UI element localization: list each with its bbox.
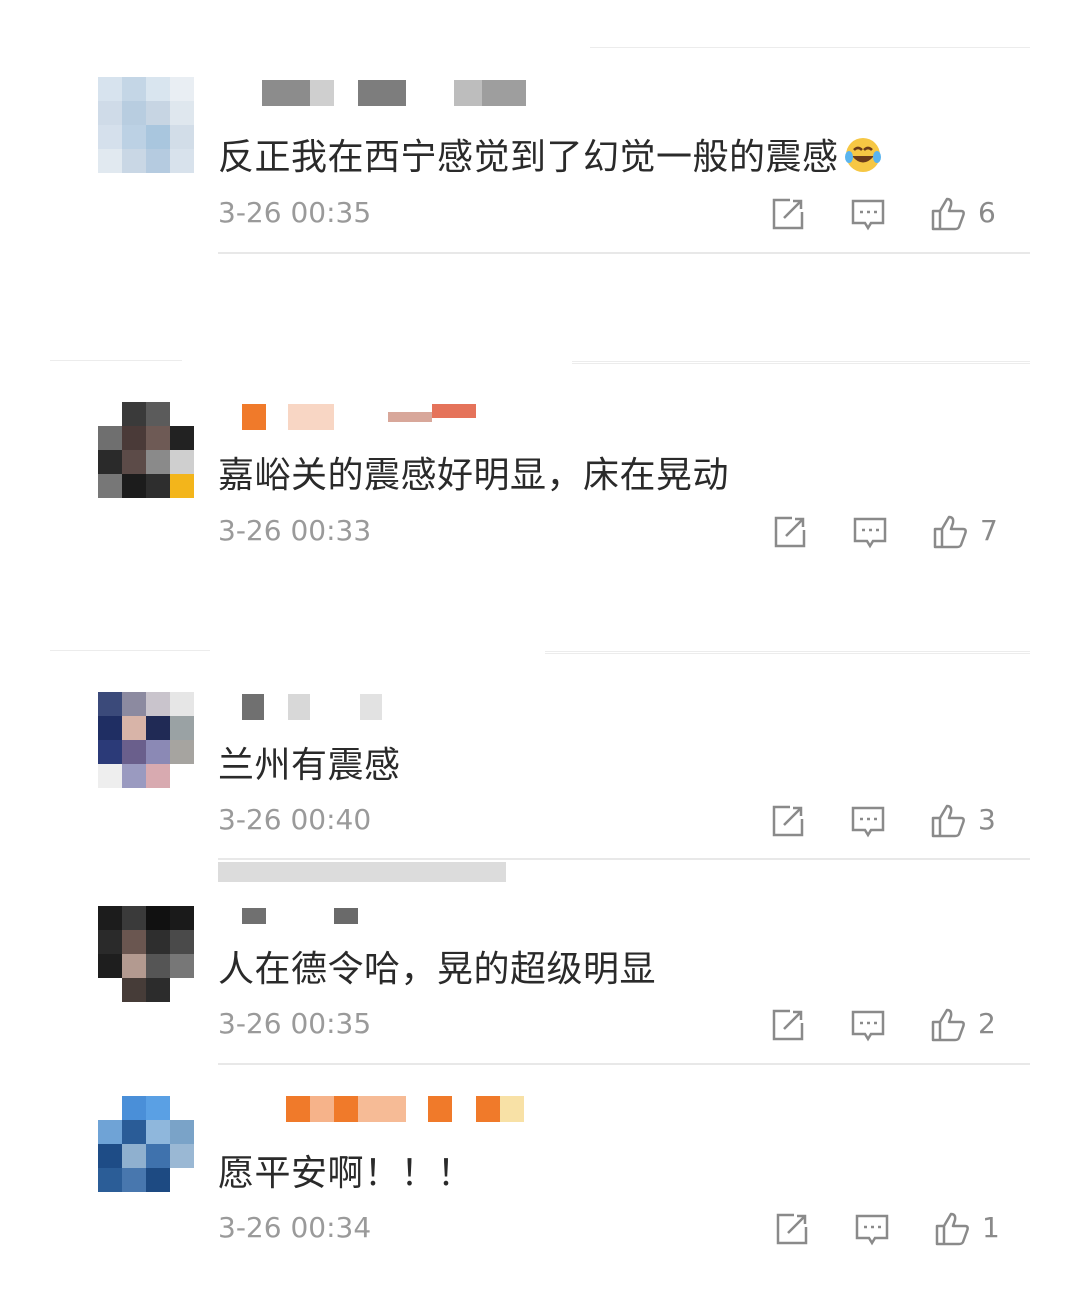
comment-actions: 7	[770, 512, 1030, 552]
like-count: 7	[980, 514, 998, 547]
reply-icon[interactable]	[848, 801, 888, 841]
comment-time: 3-26 00:35	[218, 1007, 372, 1040]
comment-actions: 6	[768, 194, 1028, 234]
reply-icon[interactable]	[850, 512, 890, 552]
like-count: 6	[978, 196, 996, 229]
reply-icon[interactable]	[848, 194, 888, 234]
divider	[572, 361, 1030, 364]
comment-time: 3-26 00:33	[218, 514, 372, 547]
thumbs-up-icon[interactable]	[928, 194, 968, 234]
divider-blur	[218, 862, 506, 882]
comment-text: 人在德令哈，晃的超级明显	[218, 949, 657, 990]
like-count: 1	[982, 1211, 1000, 1244]
thumbs-up-icon[interactable]	[930, 512, 970, 552]
username-mosaic[interactable]	[218, 80, 538, 106]
share-icon[interactable]	[768, 801, 808, 841]
divider	[50, 360, 182, 361]
username-mosaic[interactable]	[218, 908, 398, 934]
reply-icon[interactable]	[852, 1209, 892, 1249]
username-mosaic[interactable]	[218, 694, 398, 720]
share-icon[interactable]	[768, 1005, 808, 1045]
thumbs-up-icon[interactable]	[928, 1005, 968, 1045]
comment-actions: 1	[772, 1209, 1028, 1249]
avatar[interactable]	[98, 77, 194, 173]
comment-time: 3-26 00:35	[218, 196, 372, 229]
divider	[218, 252, 1030, 254]
share-icon[interactable]	[768, 194, 808, 234]
like-count: 3	[978, 803, 996, 836]
comment-text: 兰州有震感	[218, 745, 401, 786]
reply-icon[interactable]	[848, 1005, 888, 1045]
avatar[interactable]	[98, 692, 194, 788]
username-mosaic[interactable]	[218, 1096, 538, 1122]
comment-text: 愿平安啊！！！	[218, 1153, 474, 1194]
avatar[interactable]	[98, 906, 194, 1002]
laughing-tears-emoji-icon	[844, 138, 881, 172]
comment-text: 反正我在西宁感觉到了幻觉一般的震感	[218, 128, 883, 180]
comment-actions: 2	[768, 1005, 1028, 1045]
avatar[interactable]	[98, 402, 194, 498]
like-count: 2	[978, 1007, 996, 1040]
divider	[218, 1063, 1030, 1065]
divider	[218, 858, 1030, 860]
divider	[545, 651, 1030, 654]
comment-actions: 3	[768, 801, 1028, 841]
divider	[590, 47, 1030, 48]
thumbs-up-icon[interactable]	[928, 801, 968, 841]
comment-time: 3-26 00:40	[218, 803, 372, 836]
comment-text: 嘉峪关的震感好明显，床在晃动	[218, 455, 730, 496]
username-mosaic[interactable]	[218, 404, 478, 430]
divider	[50, 650, 210, 651]
share-icon[interactable]	[772, 1209, 812, 1249]
comment-time: 3-26 00:34	[218, 1211, 372, 1244]
avatar[interactable]	[98, 1096, 194, 1192]
thumbs-up-icon[interactable]	[932, 1209, 972, 1249]
share-icon[interactable]	[770, 512, 810, 552]
